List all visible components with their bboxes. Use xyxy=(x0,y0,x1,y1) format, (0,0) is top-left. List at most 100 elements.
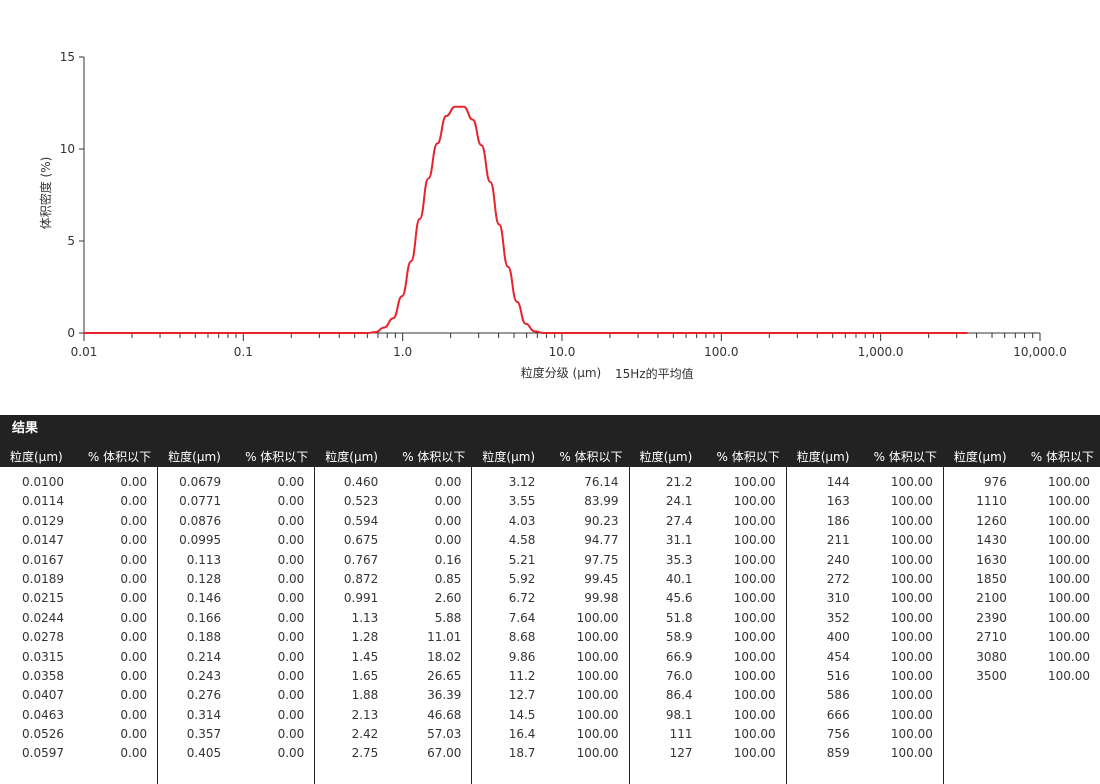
pct-cell: 100.00 xyxy=(576,688,619,703)
table-row: 27.4 100.00 xyxy=(630,510,786,529)
volume-density-line xyxy=(83,105,968,335)
table-row: 51.8 100.00 xyxy=(630,607,786,626)
results-group: 粒度(μm)% 体积以下 0.460 0.00 0.523 0.00 0.594 0.00 0… xyxy=(314,443,472,784)
table-row: 976 100.00 xyxy=(944,471,1100,490)
pct-cell: 0.00 xyxy=(434,475,462,489)
size-cell: 12.7 xyxy=(508,688,536,703)
size-cell: 3.55 xyxy=(508,494,536,509)
table-row: 21.2 100.00 xyxy=(630,471,786,490)
size-cell: 2100 xyxy=(976,591,1007,606)
x-tick-label: 1.0 xyxy=(393,345,412,359)
results-group-header: 粒度(μm) % 体积以下 xyxy=(472,443,629,467)
table-row: 0.594 0.00 xyxy=(315,510,471,529)
size-cell: 111 xyxy=(669,727,693,742)
pct-column-header: % 体积以下 xyxy=(245,450,309,464)
pct-cell: 0.00 xyxy=(120,707,148,722)
pct-column-header: % 体积以下 xyxy=(873,450,937,464)
pct-cell: 100.00 xyxy=(576,630,619,645)
results-group: 粒度(μm) % 体积以下 976 100.00 1110 100.00 1260 100.0… xyxy=(942,443,1100,784)
table-row: 0.0129 0.00 xyxy=(0,510,157,529)
size-cell: 24.1 xyxy=(665,494,693,509)
size-cell: 40.1 xyxy=(665,571,693,586)
table-row: 0.460 0.00 xyxy=(315,471,471,490)
y-tick-label: 10 xyxy=(60,142,75,156)
pct-cell: 100.00 xyxy=(890,610,933,625)
pct-cell: 0.00 xyxy=(277,610,305,625)
pct-cell: 100.00 xyxy=(733,746,776,761)
size-cell: 4.58 xyxy=(508,533,536,548)
table-row: 2.13 46.68 xyxy=(315,704,471,723)
table-row: 1850 100.00 xyxy=(944,568,1100,587)
legend-label: 15Hz的平均值 xyxy=(615,366,694,381)
table-row: 86.4 100.00 xyxy=(630,684,786,703)
size-cell: 3500 xyxy=(976,668,1007,683)
pct-cell: 26.65 xyxy=(427,668,462,683)
pct-cell: 100.00 xyxy=(1047,552,1090,567)
pct-cell: 100.00 xyxy=(576,649,619,664)
results-group: 粒度(μm) % 体积以下 21.2 100.00 24.1 100.00 27.4 100.… xyxy=(628,443,786,784)
table-row: 0.357 0.00 xyxy=(158,723,314,742)
size-cell: 0.767 xyxy=(343,552,379,567)
pct-cell: 0.00 xyxy=(434,513,462,528)
pct-cell: 11.01 xyxy=(427,630,462,645)
pct-cell: 100.00 xyxy=(890,494,933,509)
size-cell: 186 xyxy=(826,513,850,528)
size-cell: 0.214 xyxy=(186,649,222,664)
size-cell: 3.12 xyxy=(508,475,536,489)
size-cell: 1.45 xyxy=(351,649,379,664)
pct-cell: 67.00 xyxy=(427,746,462,761)
size-cell: 31.1 xyxy=(665,533,693,548)
pct-cell: 2.60 xyxy=(434,591,462,606)
size-cell: 0.0167 xyxy=(22,552,64,567)
pct-cell: 0.00 xyxy=(120,727,148,742)
size-cell: 0.0463 xyxy=(22,707,64,722)
pct-cell: 97.75 xyxy=(584,552,619,567)
table-row: 0.872 0.85 xyxy=(315,568,471,587)
table-row: 0.0995 0.00 xyxy=(158,529,314,548)
results-group-header: 粒度(μm) % 体积以下 xyxy=(943,443,1100,467)
size-cell: 2390 xyxy=(976,610,1007,625)
table-row: 3.55 83.99 xyxy=(472,490,628,509)
pct-cell: 100.00 xyxy=(1047,591,1090,606)
table-row: 859 100.00 xyxy=(787,742,943,761)
pct-cell: 0.00 xyxy=(120,610,148,625)
size-cell: 98.1 xyxy=(665,707,693,722)
pct-column-header: % 体积以下 xyxy=(716,450,780,464)
table-row: 454 100.00 xyxy=(787,646,943,665)
table-row: 1.28 11.01 xyxy=(315,626,471,645)
size-cell: 1.28 xyxy=(351,630,379,645)
size-column-header: 粒度(μm) xyxy=(796,450,850,464)
table-row: 186 100.00 xyxy=(787,510,943,529)
table-row: 0.146 0.00 xyxy=(158,587,314,606)
size-cell: 1.88 xyxy=(351,688,379,703)
size-cell: 163 xyxy=(826,494,850,509)
results-table: 粒度(μm)% 体积以下 0.0100 0.00 0.0114 0.00 0.0129 0.… xyxy=(0,443,1100,784)
pct-cell: 0.00 xyxy=(120,552,148,567)
size-cell: 211 xyxy=(826,533,850,548)
x-tick-label: 10.0 xyxy=(549,345,576,359)
pct-cell: 99.45 xyxy=(584,571,619,586)
pct-cell: 0.00 xyxy=(277,707,305,722)
size-cell: 16.4 xyxy=(508,727,536,742)
table-row: 16.4 100.00 xyxy=(472,723,628,742)
pct-cell: 100.00 xyxy=(890,552,933,567)
size-cell: 0.460 xyxy=(343,475,379,489)
size-cell: 144 xyxy=(826,475,850,489)
size-column-header: 粒度(μm) xyxy=(10,450,63,464)
results-title: 结果 xyxy=(0,415,1100,443)
size-cell: 51.8 xyxy=(665,610,693,625)
pct-cell: 76.14 xyxy=(584,475,619,489)
size-cell: 58.9 xyxy=(665,630,693,645)
table-row: 0.214 0.00 xyxy=(158,646,314,665)
size-cell: 0.0215 xyxy=(22,591,64,606)
pct-cell: 94.77 xyxy=(584,533,619,548)
table-row: 586 100.00 xyxy=(787,684,943,703)
table-row: 0.243 0.00 xyxy=(158,665,314,684)
pct-cell: 0.00 xyxy=(277,591,305,606)
results-group: 粒度(μm)% 体积以下 144 100.00 163 100.00 186 100.00 2… xyxy=(785,443,943,784)
table-row: 0.0597 0.00 xyxy=(0,742,157,761)
pct-cell: 0.00 xyxy=(120,533,148,548)
size-cell: 400 xyxy=(826,630,850,645)
table-row: 0.0315 0.00 xyxy=(0,646,157,665)
chart-axes xyxy=(83,57,1040,334)
